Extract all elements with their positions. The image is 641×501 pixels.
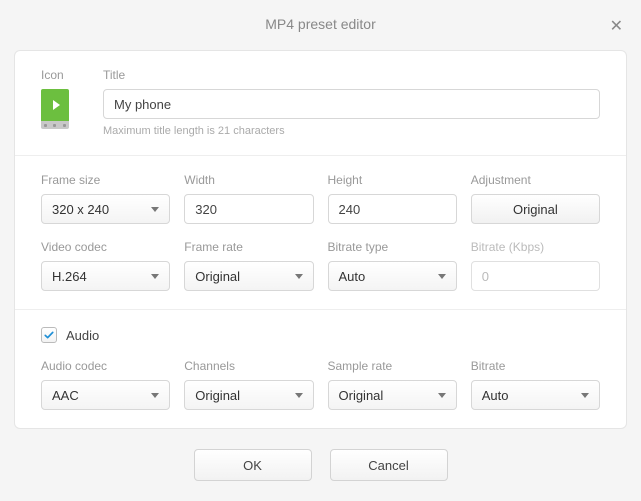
title-input[interactable] bbox=[103, 89, 600, 119]
chevron-down-icon bbox=[295, 393, 303, 398]
editor-panel: Icon Title Maximum title length is 21 ch… bbox=[14, 50, 627, 429]
ok-button[interactable]: OK bbox=[194, 449, 312, 481]
adjustment-label: Adjustment bbox=[471, 173, 600, 187]
video-codec-label: Video codec bbox=[41, 240, 170, 254]
video-bitrate-input bbox=[471, 261, 600, 291]
adjustment-button[interactable]: Original bbox=[471, 194, 600, 224]
video-codec-select[interactable]: H.264 bbox=[41, 261, 170, 291]
check-icon bbox=[43, 329, 55, 341]
height-input[interactable] bbox=[328, 194, 457, 224]
chevron-down-icon bbox=[438, 274, 446, 279]
chevron-down-icon bbox=[151, 393, 159, 398]
audio-bitrate-label: Bitrate bbox=[471, 359, 600, 373]
device-icon[interactable] bbox=[41, 89, 69, 129]
video-bitrate-label: Bitrate (Kbps) bbox=[471, 240, 600, 254]
dialog-header: MP4 preset editor ✕ bbox=[0, 0, 641, 48]
audio-checkbox[interactable] bbox=[41, 327, 57, 343]
frame-rate-select[interactable]: Original bbox=[184, 261, 313, 291]
dialog-title: MP4 preset editor bbox=[265, 16, 376, 32]
sample-rate-select[interactable]: Original bbox=[328, 380, 457, 410]
close-icon[interactable]: ✕ bbox=[610, 16, 623, 36]
frame-rate-label: Frame rate bbox=[184, 240, 313, 254]
chevron-down-icon bbox=[151, 274, 159, 279]
bitrate-type-select[interactable]: Auto bbox=[328, 261, 457, 291]
width-input[interactable] bbox=[184, 194, 313, 224]
chevron-down-icon bbox=[151, 207, 159, 212]
chevron-down-icon bbox=[295, 274, 303, 279]
channels-select[interactable]: Original bbox=[184, 380, 313, 410]
sample-rate-label: Sample rate bbox=[328, 359, 457, 373]
cancel-button[interactable]: Cancel bbox=[330, 449, 448, 481]
frame-size-label: Frame size bbox=[41, 173, 170, 187]
frame-size-select[interactable]: 320 x 240 bbox=[41, 194, 170, 224]
audio-codec-select[interactable]: AAC bbox=[41, 380, 170, 410]
width-label: Width bbox=[184, 173, 313, 187]
channels-label: Channels bbox=[184, 359, 313, 373]
bitrate-type-label: Bitrate type bbox=[328, 240, 457, 254]
height-label: Height bbox=[328, 173, 457, 187]
title-section: Icon Title Maximum title length is 21 ch… bbox=[15, 51, 626, 155]
dialog-footer: OK Cancel bbox=[0, 449, 641, 481]
title-label: Title bbox=[103, 68, 600, 82]
video-section: Frame size 320 x 240 Width Height Adjust… bbox=[15, 155, 626, 309]
audio-codec-label: Audio codec bbox=[41, 359, 170, 373]
title-hint: Maximum title length is 21 characters bbox=[103, 125, 600, 137]
audio-section: Audio Audio codec AAC Channels Original … bbox=[15, 309, 626, 428]
chevron-down-icon bbox=[581, 393, 589, 398]
icon-label: Icon bbox=[41, 68, 81, 82]
chevron-down-icon bbox=[438, 393, 446, 398]
audio-bitrate-select[interactable]: Auto bbox=[471, 380, 600, 410]
audio-toggle-label: Audio bbox=[66, 328, 99, 343]
